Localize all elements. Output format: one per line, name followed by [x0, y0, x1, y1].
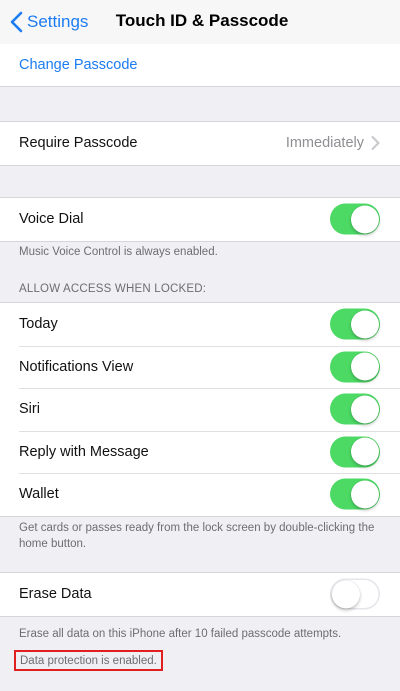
locked-item-reply-with-message: Reply with Message [0, 430, 400, 474]
siri-toggle[interactable] [330, 393, 380, 425]
erase-data-label: Erase Data [19, 586, 92, 603]
require-passcode-row[interactable]: Require Passcode Immediately [0, 122, 400, 165]
erase-data-group: Erase Data [0, 572, 400, 617]
notifications-view-label: Notifications View [19, 358, 134, 375]
navigation-bar: Settings Touch ID & Passcode [0, 0, 400, 44]
locked-item-siri: Siri [0, 388, 400, 431]
erase-data-toggle[interactable] [330, 578, 380, 610]
voice-dial-label: Voice Dial [19, 211, 84, 228]
allow-access-header: ALLOW ACCESS WHEN LOCKED: [19, 283, 207, 295]
page-title: Touch ID & Passcode [115, 11, 289, 30]
erase-data-row: Erase Data [0, 573, 400, 616]
touch-id-passcode-screen: Settings Touch ID & Passcode Change Pass… [0, 0, 400, 691]
require-passcode-value: Immediately [285, 135, 364, 152]
voice-dial-footer: Music Voice Control is always enabled. [19, 246, 218, 258]
wallet-label: Wallet [19, 486, 59, 503]
data-protection-status: Data protection is enabled. [14, 650, 163, 671]
voice-dial-group: Voice Dial [0, 197, 400, 242]
voice-dial-toggle[interactable] [330, 203, 380, 235]
reply-with-message-label: Reply with Message [19, 443, 149, 460]
locked-item-notifications-view: Notifications View [0, 345, 400, 389]
reply-with-message-toggle[interactable] [330, 436, 380, 468]
change-passcode-link[interactable]: Change Passcode [19, 57, 138, 73]
require-passcode-label: Require Passcode [19, 135, 138, 152]
wallet-toggle[interactable] [330, 478, 380, 510]
toggle-knob [350, 310, 379, 339]
siri-label: Siri [19, 401, 40, 418]
locked-access-group: Today Notifications View Siri Reply with… [0, 302, 400, 517]
erase-data-footer: Erase all data on this iPhone after 10 f… [19, 628, 342, 640]
change-passcode-row[interactable]: Change Passcode [0, 44, 400, 86]
today-toggle[interactable] [330, 308, 380, 340]
chevron-right-icon [371, 136, 380, 151]
locked-item-wallet: Wallet [0, 473, 400, 516]
today-label: Today [19, 316, 58, 333]
notifications-view-toggle[interactable] [330, 351, 380, 383]
locked-item-today: Today [0, 303, 400, 346]
toggle-knob [350, 352, 379, 381]
passcode-group: Change Passcode [0, 44, 400, 87]
require-passcode-group: Require Passcode Immediately [0, 121, 400, 166]
toggle-knob [350, 395, 379, 424]
voice-dial-row: Voice Dial [0, 198, 400, 241]
wallet-footer: Get cards or passes ready from the lock … [19, 522, 375, 550]
toggle-knob [350, 437, 379, 466]
toggle-knob [350, 480, 379, 509]
toggle-knob [331, 580, 360, 609]
toggle-knob [350, 205, 379, 234]
